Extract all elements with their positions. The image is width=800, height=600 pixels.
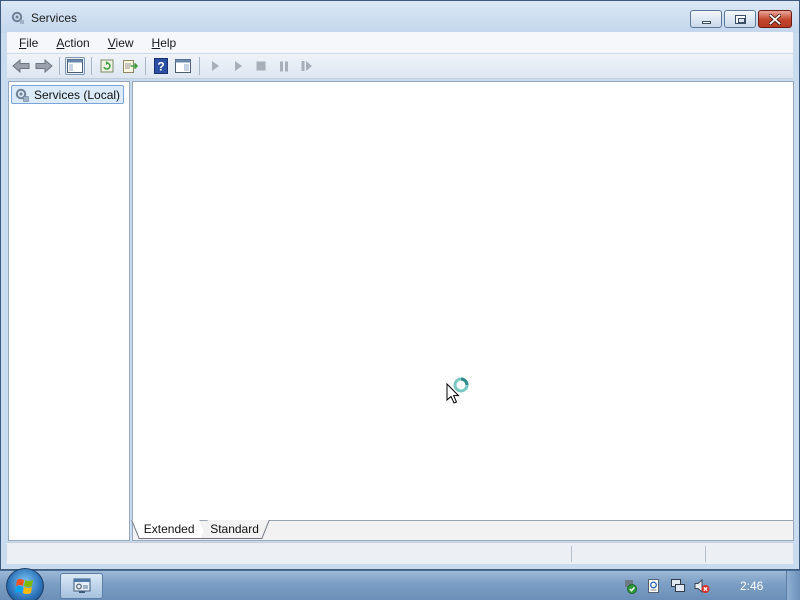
toolbar-separator — [199, 57, 200, 75]
start-service-alt-button[interactable] — [228, 57, 248, 75]
svg-text:?: ? — [157, 60, 164, 74]
help-button[interactable]: ? — [151, 57, 171, 75]
services-gear-icon — [11, 11, 24, 24]
show-desktop-button[interactable] — [786, 571, 800, 600]
tree-node-label: Services (Local) — [34, 87, 121, 102]
status-pane — [705, 546, 706, 562]
status-bar — [7, 542, 793, 564]
start-service-icon — [212, 61, 219, 71]
tab-extended-label: Extended — [143, 522, 195, 536]
toolbar: ? — [7, 54, 793, 79]
window-title: Services — [31, 11, 78, 25]
resume-service-button[interactable] — [297, 57, 317, 75]
show-hide-action-pane-button[interactable] — [173, 57, 193, 75]
toolbar-separator — [91, 57, 92, 75]
show-hide-console-tree-button[interactable] — [65, 57, 85, 75]
action-center-icon[interactable] — [622, 578, 638, 594]
taskbar-clock[interactable]: 2:46 — [740, 579, 763, 593]
network-icon[interactable] — [670, 578, 686, 594]
services-gear-icon — [15, 88, 29, 102]
taskbar: 2:46 — [0, 568, 800, 600]
minimize-button[interactable] — [690, 10, 722, 28]
menu-bar: File Action View Help — [7, 32, 793, 53]
menu-action[interactable]: Action — [50, 36, 95, 50]
export-list-icon — [123, 60, 138, 73]
menu-help-mnemonic: H — [151, 35, 161, 50]
maximize-button[interactable] — [724, 10, 756, 28]
help-icon: ? — [154, 58, 168, 74]
title-bar[interactable]: Services — [1, 1, 799, 33]
close-button[interactable] — [758, 10, 792, 28]
menu-view[interactable]: View — [102, 36, 140, 50]
menu-file-label: ile — [26, 35, 39, 50]
back-button[interactable] — [11, 57, 31, 75]
pause-service-icon — [280, 61, 288, 71]
taskbar-services-app[interactable] — [60, 573, 103, 599]
export-list-button[interactable] — [120, 57, 140, 75]
pause-service-button[interactable] — [274, 57, 294, 75]
status-pane — [571, 546, 572, 562]
menu-file[interactable]: File — [13, 36, 44, 50]
toolbar-separator — [59, 57, 60, 75]
start-button[interactable] — [6, 568, 44, 600]
services-window: Services File Action View Help ? Service… — [0, 0, 800, 570]
toolbar-separator — [145, 57, 146, 75]
menu-help-label: elp — [160, 35, 177, 50]
details-pane: Extended Standard — [131, 81, 794, 541]
start-service-button[interactable] — [205, 57, 225, 75]
stop-service-button[interactable] — [251, 57, 271, 75]
menu-view-label: iew — [115, 35, 134, 50]
tab-standard[interactable]: Standard — [200, 520, 270, 539]
show-hide-action-pane-icon — [175, 59, 191, 73]
tab-standard-label: Standard — [210, 522, 260, 536]
menu-view-mnemonic: V — [107, 35, 116, 50]
back-arrow-icon — [12, 59, 30, 73]
show-hide-console-tree-icon — [67, 59, 83, 73]
tab-extended[interactable]: Extended — [131, 520, 207, 539]
windows-logo-icon — [15, 579, 33, 594]
menu-help[interactable]: Help — [146, 36, 183, 50]
stop-service-icon — [256, 61, 266, 71]
start-service-icon — [235, 61, 242, 71]
security-document-icon[interactable] — [646, 578, 662, 594]
forward-button[interactable] — [34, 57, 54, 75]
services-app-icon — [73, 578, 90, 593]
busy-cursor-icon — [446, 377, 469, 404]
volume-muted-icon[interactable] — [694, 578, 710, 594]
view-tab-strip: Extended Standard — [131, 520, 793, 540]
refresh-icon — [100, 59, 114, 73]
menu-action-label: ction — [64, 35, 90, 50]
minimize-icon — [701, 20, 711, 24]
resume-service-icon — [301, 61, 312, 71]
refresh-button[interactable] — [97, 57, 117, 75]
forward-arrow-icon — [35, 59, 53, 73]
restore-icon — [734, 14, 746, 24]
console-tree-pane: Services (Local) — [8, 81, 130, 541]
close-icon — [769, 13, 781, 25]
tree-node-services-local[interactable]: Services (Local) — [11, 85, 125, 104]
